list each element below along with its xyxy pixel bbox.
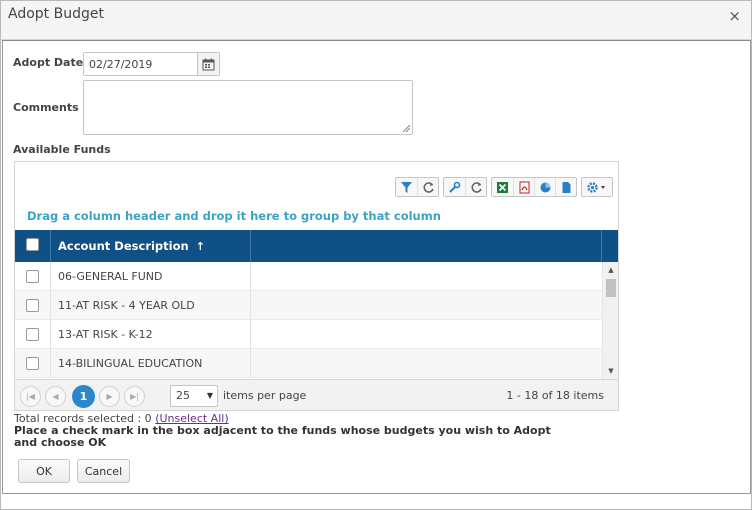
dialog-titlebar: Adopt Budget × xyxy=(1,1,751,40)
grid-scrollbar[interactable]: ▲ ▼ xyxy=(602,262,618,379)
close-icon[interactable]: × xyxy=(728,9,741,24)
adopt-budget-dialog: Adopt Budget × Adopt Date Comments xyxy=(0,0,752,510)
grid-toolbar xyxy=(395,177,613,197)
page-size-value: 25 xyxy=(176,389,190,402)
last-page-icon[interactable]: ▶| xyxy=(124,386,145,407)
items-per-page-label: items per page xyxy=(223,389,307,402)
account-description-cell: 11-AT RISK - 4 YEAR OLD xyxy=(51,291,251,320)
select-all-checkbox[interactable] xyxy=(26,238,39,251)
header-select-all-cell xyxy=(15,230,51,262)
instructions-text: Place a check mark in the box adjacent t… xyxy=(14,424,551,449)
first-page-icon[interactable]: |◀ xyxy=(20,386,41,407)
refresh-icon[interactable] xyxy=(465,178,486,196)
row-check-cell xyxy=(15,349,51,378)
dialog-content: Adopt Date Comments Avai xyxy=(2,40,751,494)
pdf-icon[interactable] xyxy=(513,178,534,196)
next-page-icon[interactable]: ▶ xyxy=(99,386,120,407)
scroll-down-icon[interactable]: ▼ xyxy=(603,365,619,377)
row-check-cell xyxy=(15,262,51,291)
row-checkbox[interactable] xyxy=(26,357,39,370)
ok-button[interactable]: OK xyxy=(18,459,70,483)
available-funds-label: Available Funds xyxy=(13,143,111,156)
chart-icon[interactable] xyxy=(534,178,555,196)
table-row[interactable]: 11-AT RISK - 4 YEAR OLD xyxy=(15,291,602,320)
export-tools xyxy=(491,177,577,197)
funds-grid: Drag a column header and drop it here to… xyxy=(14,161,619,411)
refresh-icon[interactable] xyxy=(417,178,438,196)
comments-label: Comments xyxy=(13,101,79,114)
table-row[interactable]: 14-BILINGUAL EDUCATION xyxy=(15,349,602,378)
page-size-select[interactable]: 25 ▼ xyxy=(170,385,218,407)
cancel-button[interactable]: Cancel xyxy=(77,459,130,483)
chevron-down-icon: ▼ xyxy=(206,391,213,400)
document-icon[interactable] xyxy=(555,178,576,196)
grid-header: Account Description ↑ xyxy=(15,230,618,262)
row-check-cell xyxy=(15,291,51,320)
grid-settings-menu xyxy=(581,177,613,197)
table-row[interactable]: 13-AT RISK - K-12 xyxy=(15,320,602,349)
adopt-date-label: Adopt Date xyxy=(13,56,84,69)
row-checkbox[interactable] xyxy=(26,270,39,283)
dialog-title: Adopt Budget xyxy=(8,6,104,22)
settings-tools xyxy=(443,177,487,197)
account-description-cell: 14-BILINGUAL EDUCATION xyxy=(51,349,251,378)
account-description-cell: 06-GENERAL FUND xyxy=(51,262,251,291)
current-page-button[interactable]: 1 xyxy=(72,385,95,408)
row-check-cell xyxy=(15,320,51,349)
wrench-icon[interactable] xyxy=(444,178,465,196)
gear-icon[interactable] xyxy=(582,178,612,196)
calendar-icon[interactable] xyxy=(197,53,219,75)
table-row[interactable]: 06-GENERAL FUND xyxy=(15,262,602,291)
column-header-empty xyxy=(251,230,602,262)
filter-tools xyxy=(395,177,439,197)
excel-icon[interactable] xyxy=(492,178,513,196)
comments-textarea[interactable] xyxy=(83,80,413,135)
row-checkbox[interactable] xyxy=(26,299,39,312)
filter-icon[interactable] xyxy=(396,178,417,196)
adopt-date-picker xyxy=(83,52,220,76)
sort-ascending-icon: ↑ xyxy=(195,239,205,253)
resize-grip-icon[interactable] xyxy=(401,123,411,133)
column-header-label: Account Description xyxy=(58,239,189,253)
group-by-hint[interactable]: Drag a column header and drop it here to… xyxy=(27,209,441,223)
adopt-date-input[interactable] xyxy=(84,53,198,75)
pager-info: 1 - 18 of 18 items xyxy=(506,389,604,402)
scroll-up-icon[interactable]: ▲ xyxy=(603,264,619,276)
grid-rows: 06-GENERAL FUND 11-AT RISK - 4 YEAR OLD … xyxy=(15,262,602,379)
row-checkbox[interactable] xyxy=(26,328,39,341)
account-description-cell: 13-AT RISK - K-12 xyxy=(51,320,251,349)
grid-pager: |◀ ◀ 1 ▶ ▶| 25 ▼ items per page 1 - 18 o… xyxy=(15,379,618,410)
column-header-account-description[interactable]: Account Description ↑ xyxy=(51,230,251,262)
previous-page-icon[interactable]: ◀ xyxy=(45,386,66,407)
scroll-thumb[interactable] xyxy=(606,279,616,297)
